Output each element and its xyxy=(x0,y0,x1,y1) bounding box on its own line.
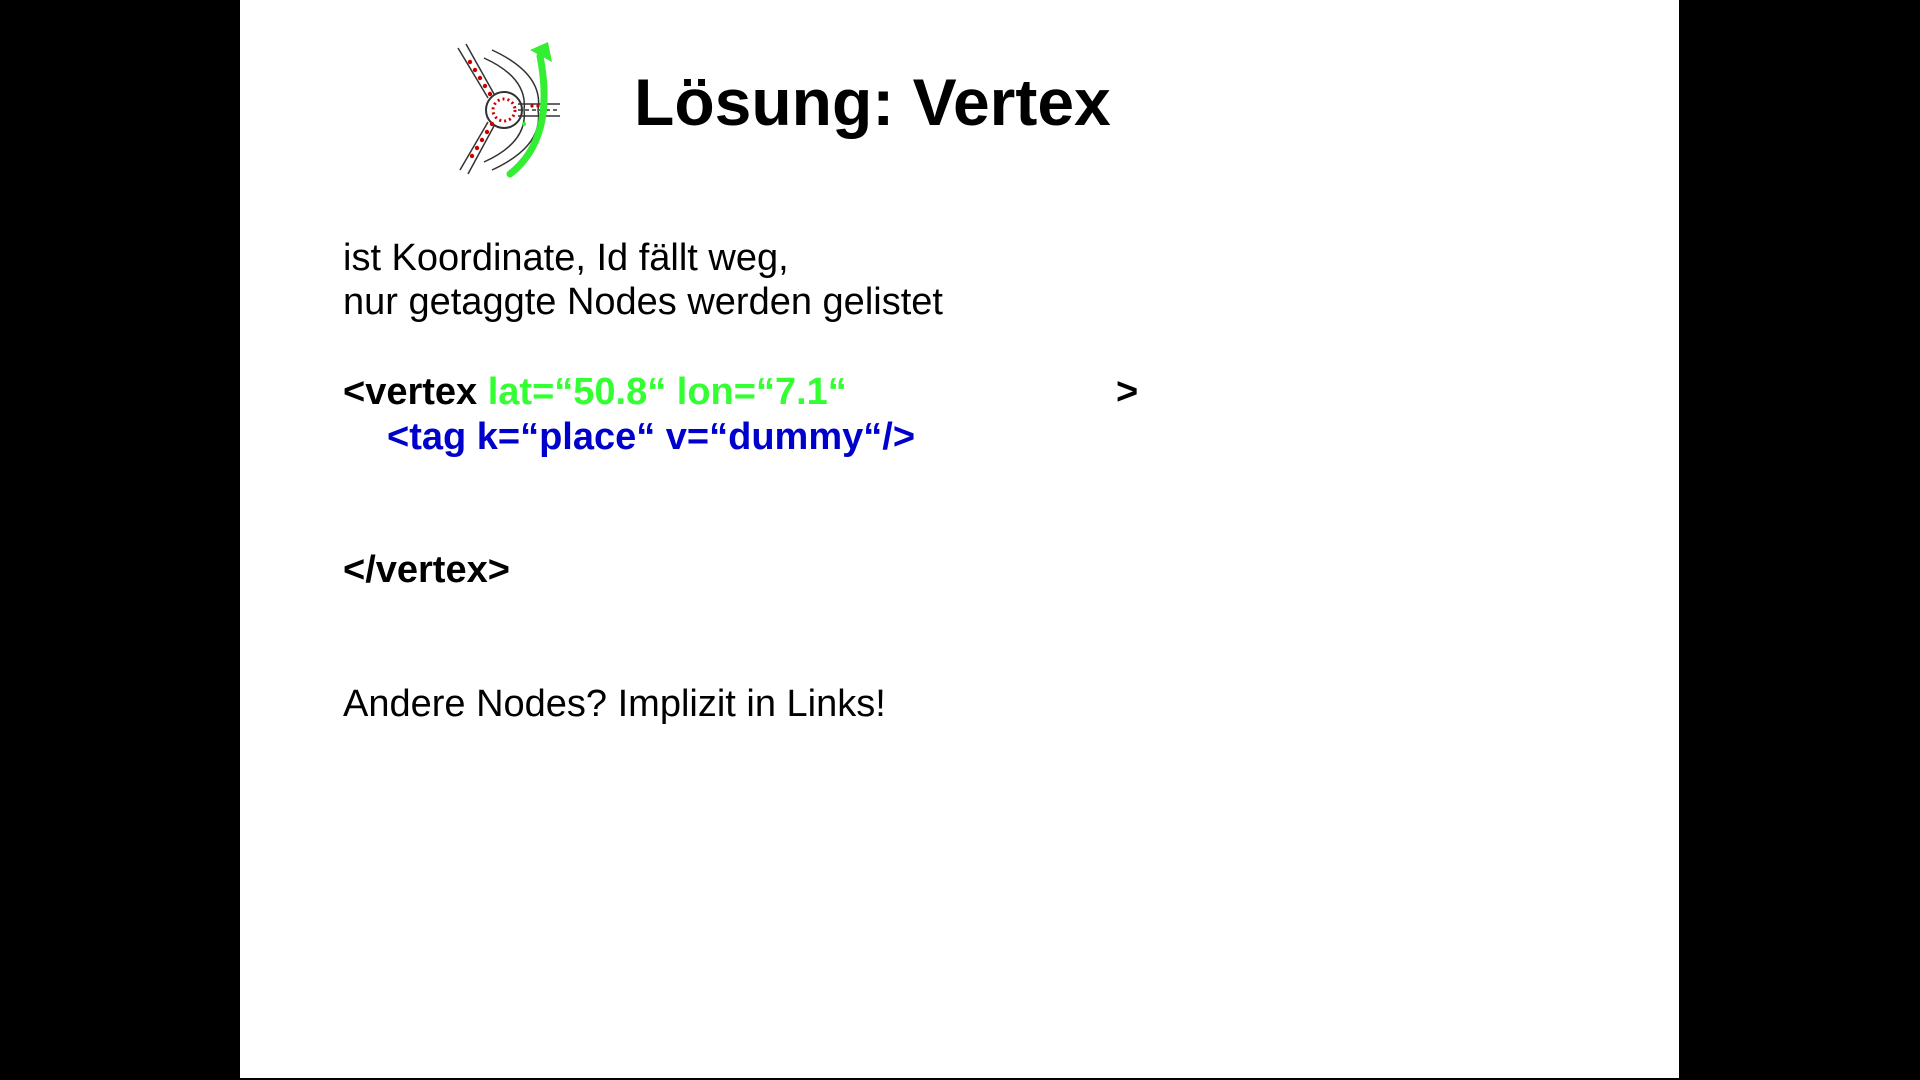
vertex-attributes: lat=“50.8“ lon=“7.1“ xyxy=(487,371,847,413)
vertex-open-tag-close: > xyxy=(1116,371,1139,413)
intro-line-1: ist Koordinate, Id fällt weg, xyxy=(343,237,789,279)
code-tag-line: <tag k=“place“ v=“dummy“/> xyxy=(387,416,916,458)
closing-line: Andere Nodes? Implizit in Links! xyxy=(343,683,886,725)
code-vertex-open: <vertex lat=“50.8“ lon=“7.1“ xyxy=(343,370,847,414)
vertex-open-tag: <vertex xyxy=(343,371,478,413)
slide: Lösung: Vertex ist Koordinate, Id fällt … xyxy=(240,0,1679,1078)
intro-line-2: nur getaggte Nodes werden gelistet xyxy=(343,281,943,323)
code-vertex-close: </vertex> xyxy=(343,549,510,591)
slide-title: Lösung: Vertex xyxy=(634,65,1111,139)
roundabout-logo-icon xyxy=(457,42,560,178)
